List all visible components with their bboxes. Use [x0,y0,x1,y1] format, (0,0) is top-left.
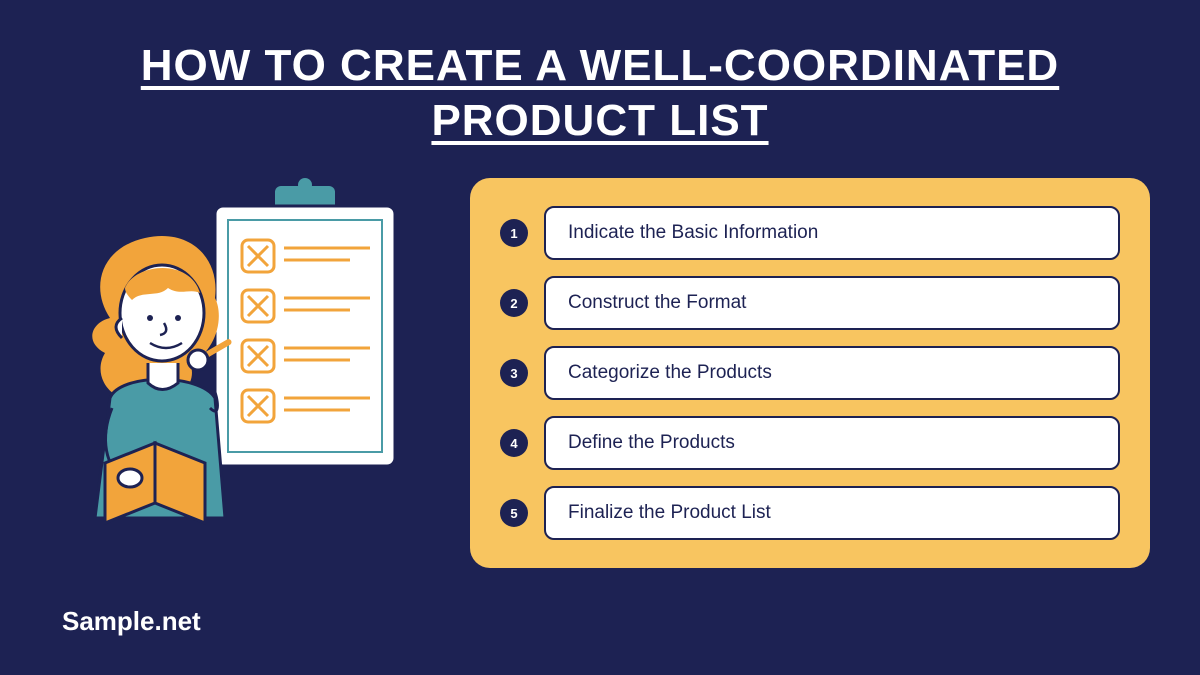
step-number-badge: 5 [500,499,528,527]
step-label: Finalize the Product List [544,486,1120,540]
page-title: HOW TO CREATE A WELL-COORDINATED PRODUCT… [0,0,1200,148]
step-label: Construct the Format [544,276,1120,330]
steps-panel: 1 Indicate the Basic Information 2 Const… [470,178,1150,568]
step-label: Categorize the Products [544,346,1120,400]
brand-label: Sample.net [62,606,201,637]
title-line-2: PRODUCT LIST [431,96,768,145]
person-clipboard-illustration [50,178,430,558]
step-row: 5 Finalize the Product List [500,486,1120,540]
step-label: Define the Products [544,416,1120,470]
step-row: 4 Define the Products [500,416,1120,470]
step-number-badge: 1 [500,219,528,247]
content-area: 1 Indicate the Basic Information 2 Const… [0,148,1200,568]
title-line-1: HOW TO CREATE A WELL-COORDINATED [141,41,1059,90]
illustration [50,178,430,558]
step-row: 3 Categorize the Products [500,346,1120,400]
step-row: 1 Indicate the Basic Information [500,206,1120,260]
step-number-badge: 2 [500,289,528,317]
step-label: Indicate the Basic Information [544,206,1120,260]
step-number-badge: 4 [500,429,528,457]
step-row: 2 Construct the Format [500,276,1120,330]
step-number-badge: 3 [500,359,528,387]
